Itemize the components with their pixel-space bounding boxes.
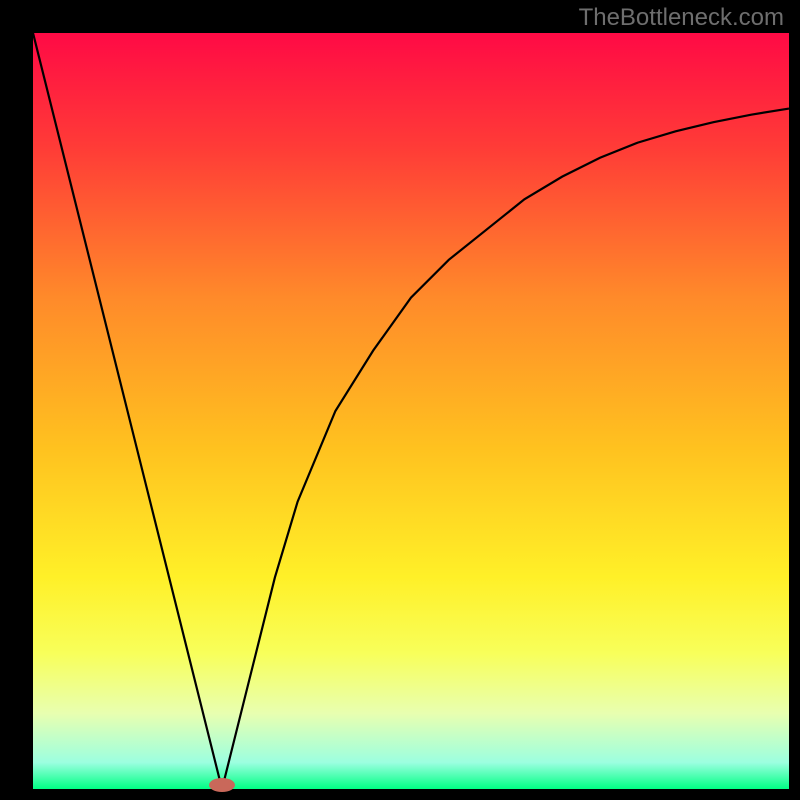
optimal-point-marker	[209, 778, 235, 792]
plot-background	[33, 33, 789, 789]
chart-frame: TheBottleneck.com	[0, 0, 800, 800]
watermark-text: TheBottleneck.com	[579, 4, 784, 32]
bottleneck-chart	[0, 0, 800, 800]
